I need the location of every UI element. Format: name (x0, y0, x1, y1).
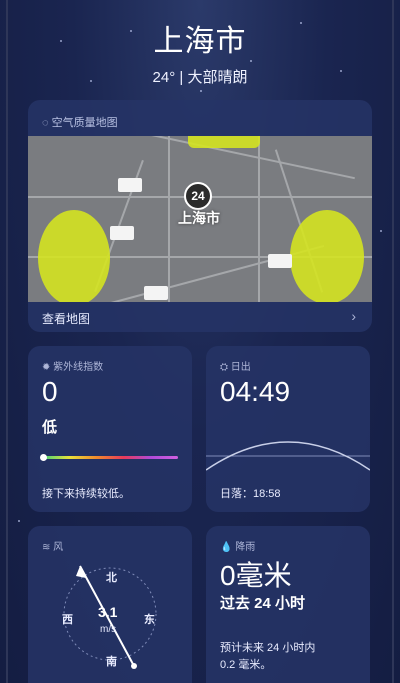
sunset-time: 日落：18:58 (220, 488, 281, 500)
sunrise-time: 04:49 (220, 376, 291, 407)
uv-note: 接下来持续较低。 (42, 488, 130, 500)
rainfall-card[interactable]: 💧 降雨 0毫米 过去 24 小时 预计未来 24 小时内 0.2 毫米。 (206, 526, 370, 683)
compass-east: 东 (144, 614, 155, 626)
map-card-title: ◌ 空气质量地图 (42, 117, 118, 129)
sunrise-icon: ⛭ (220, 362, 231, 373)
map-city-label: 上海市 (178, 210, 220, 226)
uv-value: 0 (42, 376, 58, 407)
view-map-link[interactable]: 查看地图 (42, 310, 90, 327)
air-quality-map-card[interactable]: ◌ 空气质量地图 24 上海市 查看地图 › (28, 100, 372, 332)
sunrise-card[interactable]: ⛭ 日出 04:49 日落：18:58 (206, 346, 370, 512)
compass-north: 北 (106, 572, 117, 584)
uv-level: 低 (42, 419, 58, 436)
chevron-right-icon[interactable]: › (351, 308, 356, 324)
wind-unit: m/s (100, 624, 117, 635)
rainfall-amount: 0毫米 (220, 560, 292, 591)
uv-card-title: ✹ 紫外线指数 (42, 362, 104, 373)
rainfall-forecast-line1: 预计未来 24 小时内 (220, 642, 316, 654)
sun-icon: ✹ (42, 362, 54, 373)
city-name: 上海市 (153, 25, 247, 58)
wind-speed: 3.1 (98, 604, 118, 620)
raindrop-icon: 💧 (220, 542, 236, 553)
rainfall-period: 过去 24 小时 (220, 595, 306, 612)
current-condition: 24° | 大部晴朗 (152, 69, 248, 86)
rainfall-forecast-line2: 0.2 毫米。 (220, 659, 272, 671)
compass-south: 南 (106, 656, 117, 668)
rainfall-card-title: 💧 降雨 (220, 542, 256, 553)
sunrise-card-title: ⛭ 日出 (220, 362, 251, 373)
aqi-marker[interactable]: 24 (184, 182, 212, 210)
wind-card[interactable]: ≋ 风 北 南 西 东 3.1 m/s (28, 526, 192, 683)
air-quality-icon: ◌ (42, 117, 52, 129)
compass-west: 西 (62, 614, 73, 626)
uv-level-indicator (40, 454, 47, 461)
wind-card-title: ≋ 风 (42, 542, 64, 553)
sun-arc-graph (206, 441, 370, 471)
wind-icon: ≋ (42, 542, 54, 553)
uv-index-card[interactable]: ✹ 紫外线指数 0 低 接下来持续较低。 (28, 346, 192, 512)
weather-header: 上海市 24° | 大部晴朗 (0, 16, 400, 87)
uv-scale-bar (42, 456, 178, 459)
